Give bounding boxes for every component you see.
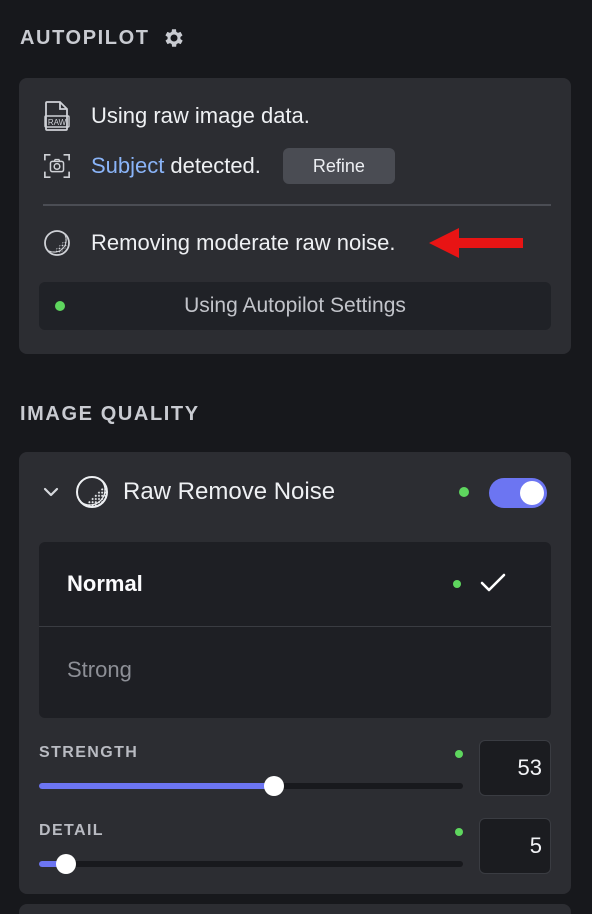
active-dot	[459, 487, 469, 497]
raw-remove-noise-header[interactable]: Raw Remove Noise	[41, 472, 549, 512]
subject-link[interactable]: Subject	[91, 153, 164, 179]
detail-active-dot	[455, 828, 463, 836]
autopilot-status-bar[interactable]: Using Autopilot Settings	[39, 282, 551, 330]
noise-icon	[76, 476, 108, 508]
mode-options-list: Normal Strong	[39, 542, 551, 718]
autopilot-title: AUTOPILOT	[20, 26, 150, 49]
noise-text: Removing moderate raw noise.	[91, 230, 396, 255]
option-normal-label: Normal	[67, 571, 143, 596]
detail-label: DETAIL	[39, 822, 104, 839]
image-quality-section-title: IMAGE QUALITY	[20, 403, 200, 426]
strength-slider[interactable]	[39, 776, 463, 796]
camera-focus-icon	[43, 151, 71, 181]
next-panel-edge	[19, 904, 571, 914]
strength-value-input[interactable]: 53	[479, 740, 551, 796]
strength-slider-thumb[interactable]	[263, 776, 284, 796]
strength-label: STRENGTH	[39, 744, 139, 761]
active-dot	[453, 580, 461, 588]
detail-slider-thumb[interactable]	[56, 854, 77, 874]
autopilot-section-title: AUTOPILOT	[20, 26, 186, 50]
autopilot-card: RAW Using raw image data. Subject detect…	[19, 78, 571, 354]
noise-icon	[43, 228, 71, 258]
chevron-down-icon[interactable]	[41, 482, 61, 502]
raw-remove-noise-card: Raw Remove Noise Normal Strong STRENGTH …	[19, 452, 571, 894]
gear-icon[interactable]	[162, 26, 186, 50]
refine-button[interactable]: Refine	[282, 148, 395, 184]
option-normal[interactable]: Normal	[39, 542, 551, 626]
option-strong-label: Strong	[67, 657, 132, 682]
raw-data-row: RAW Using raw image data.	[43, 100, 551, 132]
check-icon	[480, 573, 506, 592]
autopilot-status-text: Using Autopilot Settings	[184, 294, 406, 317]
active-dot	[55, 301, 65, 311]
detail-value-input[interactable]: 5	[479, 818, 551, 874]
strength-active-dot	[455, 750, 463, 758]
image-quality-title: IMAGE QUALITY	[20, 403, 200, 425]
enable-toggle[interactable]	[489, 478, 547, 508]
svg-text:RAW: RAW	[48, 118, 67, 127]
option-divider	[39, 626, 551, 627]
panel-title: Raw Remove Noise	[123, 478, 336, 505]
raw-file-icon: RAW	[43, 101, 71, 131]
detail-slider[interactable]	[39, 854, 463, 874]
red-arrow-annotation	[429, 228, 523, 258]
strength-slider-fill	[39, 783, 274, 789]
option-strong[interactable]: Strong	[39, 628, 551, 712]
subject-detected-text: detected.	[170, 153, 261, 178]
toggle-knob	[520, 481, 544, 505]
subject-row: Subject detected. Refine	[43, 146, 551, 186]
divider	[43, 204, 551, 206]
raw-data-text: Using raw image data.	[91, 103, 310, 128]
